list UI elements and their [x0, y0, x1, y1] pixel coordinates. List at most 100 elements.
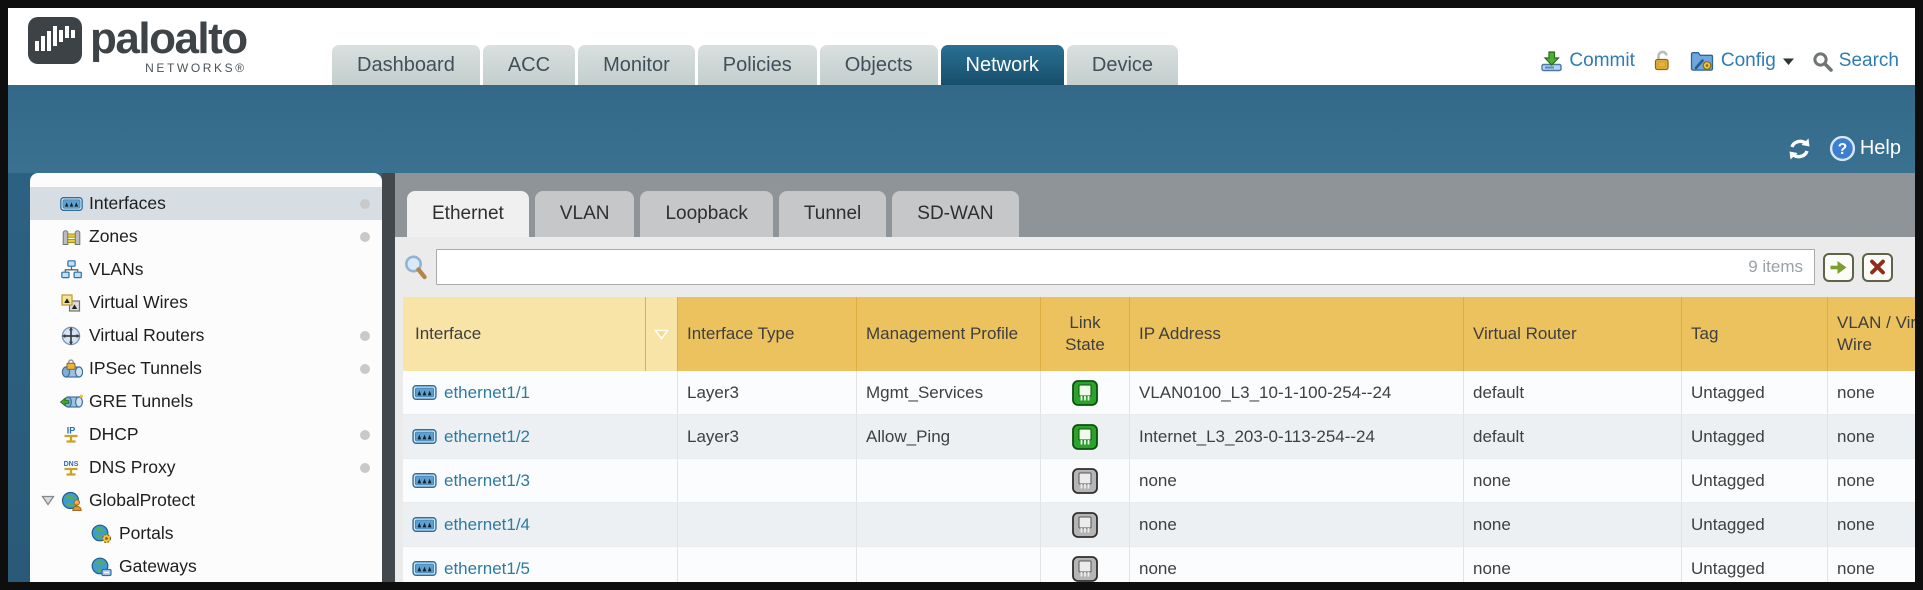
cell-virtual-router: none: [1464, 503, 1682, 546]
sort-dropdown-button[interactable]: [646, 297, 678, 371]
virtual-wires-icon: [58, 294, 84, 312]
cell-interface: ethernet1/4: [403, 503, 678, 546]
cell-tag: Untagged: [1682, 415, 1828, 458]
sidebar-item-ipsec-tunnels[interactable]: IPSec Tunnels: [30, 352, 382, 385]
banner-tools: ? Help: [1786, 135, 1901, 162]
subtab-sd-wan[interactable]: SD-WAN: [892, 191, 1018, 237]
clear-filter-button[interactable]: [1862, 253, 1893, 282]
interface-link[interactable]: ethernet1/1: [444, 383, 530, 403]
tab-acc[interactable]: ACC: [483, 45, 575, 85]
cell-link-state: [1041, 503, 1130, 546]
status-dot: [360, 232, 370, 242]
column-header-link-state[interactable]: Link State: [1041, 297, 1130, 371]
sidebar-item-dns-proxy[interactable]: DNSDNS Proxy: [30, 451, 382, 484]
tab-network[interactable]: Network: [941, 45, 1064, 85]
column-header-vlan-virtual-wire[interactable]: VLAN / Virtual Wire: [1828, 297, 1915, 371]
interface-subtabs: EthernetVLANLoopbackTunnelSD-WAN: [395, 173, 1915, 237]
tab-dashboard[interactable]: Dashboard: [332, 45, 480, 85]
teal-banner: ? Help: [8, 85, 1915, 173]
subtab-ethernet[interactable]: Ethernet: [407, 191, 529, 237]
sidebar-item-gre-tunnels[interactable]: GRE Tunnels: [30, 385, 382, 418]
cell-interface: ethernet1/1: [403, 371, 678, 414]
sidebar-item-dhcp[interactable]: IPDHCP: [30, 418, 382, 451]
filter-search-icon: [403, 254, 428, 281]
ethernet-port-icon: [412, 517, 437, 532]
cell-management-profile: Allow_Ping: [857, 415, 1041, 458]
config-button[interactable]: Config: [1690, 50, 1795, 72]
table-header-row: Interface Interface TypeManagement Profil…: [403, 297, 1915, 371]
status-dot: [360, 364, 370, 374]
sidebar-item-interfaces[interactable]: Interfaces: [30, 187, 382, 220]
cell-link-state: [1041, 459, 1130, 502]
tab-objects[interactable]: Objects: [820, 45, 938, 85]
ethernet-port-icon: [412, 561, 437, 576]
cell-tag: Untagged: [1682, 371, 1828, 414]
ethernet-port-icon: [412, 385, 437, 400]
interface-link[interactable]: ethernet1/3: [444, 471, 530, 491]
cell-ip-address: none: [1130, 503, 1464, 546]
interfaces-icon: [58, 197, 84, 211]
sidebar-item-label: Gateways: [119, 556, 197, 577]
sidebar-item-virtual-wires[interactable]: Virtual Wires: [30, 286, 382, 319]
table-row: ethernet1/2Layer3Allow_PingInternet_L3_2…: [403, 415, 1915, 459]
config-label: Config: [1721, 50, 1776, 72]
interface-link[interactable]: ethernet1/4: [444, 515, 530, 535]
tab-policies[interactable]: Policies: [698, 45, 817, 85]
commit-button[interactable]: Commit: [1540, 50, 1634, 72]
interface-link[interactable]: ethernet1/5: [444, 559, 530, 579]
filter-input[interactable]: [436, 249, 1815, 285]
column-header-tag[interactable]: Tag: [1682, 297, 1828, 371]
help-button[interactable]: ? Help: [1829, 135, 1901, 162]
column-header-virtual-router[interactable]: Virtual Router: [1464, 297, 1682, 371]
main-panel: EthernetVLANLoopbackTunnelSD-WAN 9 items: [395, 173, 1915, 582]
sidebar-item-label: GRE Tunnels: [89, 391, 193, 412]
sidebar-item-gateways[interactable]: Gateways: [30, 550, 382, 582]
ethernet-port-icon: [412, 429, 437, 444]
interface-link[interactable]: ethernet1/2: [444, 427, 530, 447]
search-button[interactable]: Search: [1812, 50, 1899, 72]
column-header-ip-address[interactable]: IP Address: [1130, 297, 1464, 371]
panel-splitter[interactable]: [382, 173, 395, 582]
sidebar-item-virtual-routers[interactable]: Virtual Routers: [30, 319, 382, 352]
chevron-down-icon: [1782, 57, 1795, 66]
cell-link-state: [1041, 371, 1130, 414]
column-header-management-profile[interactable]: Management Profile: [857, 297, 1041, 371]
svg-text:?: ?: [1838, 141, 1847, 158]
sidebar-item-portals[interactable]: Portals: [30, 517, 382, 550]
apply-filter-button[interactable]: [1823, 253, 1854, 282]
clear-x-icon: [1869, 259, 1886, 275]
status-dot: [360, 463, 370, 473]
cell-interface: ethernet1/5: [403, 547, 678, 582]
ipsec-tunnels-icon: [58, 359, 84, 378]
cell-management-profile: Mgmt_Services: [857, 371, 1041, 414]
cell-ip-address: none: [1130, 459, 1464, 502]
cell-virtual-router: default: [1464, 415, 1682, 458]
lock-icon[interactable]: [1652, 50, 1673, 72]
subtab-loopback[interactable]: Loopback: [640, 191, 772, 237]
tab-monitor[interactable]: Monitor: [578, 45, 695, 85]
column-header-interface[interactable]: Interface: [403, 297, 646, 371]
interfaces-table: Interface Interface TypeManagement Profil…: [403, 297, 1915, 582]
subtab-vlan[interactable]: VLAN: [535, 191, 635, 237]
apply-arrow-icon: [1829, 260, 1848, 275]
refresh-icon[interactable]: [1786, 137, 1813, 161]
sidebar-item-label: VLANs: [89, 259, 143, 280]
sidebar-item-label: Virtual Routers: [89, 325, 204, 346]
sidebar-item-label: Portals: [119, 523, 173, 544]
portals-icon: [88, 524, 114, 544]
cell-interface-type: [678, 503, 857, 546]
sidebar-item-label: IPSec Tunnels: [89, 358, 202, 379]
column-header-interface-type[interactable]: Interface Type: [678, 297, 857, 371]
sidebar-item-globalprotect[interactable]: GlobalProtect: [30, 484, 382, 517]
cell-interface-type: Layer3: [678, 371, 857, 414]
expander-triangle-icon[interactable]: [38, 495, 58, 506]
sidebar-item-zones[interactable]: Zones: [30, 220, 382, 253]
subtab-tunnel[interactable]: Tunnel: [779, 191, 886, 237]
link-state-down-icon: [1072, 468, 1098, 494]
paloalto-logo-text: paloalto NETWORKS®: [90, 17, 247, 75]
tab-device[interactable]: Device: [1067, 45, 1178, 85]
cell-ip-address: none: [1130, 547, 1464, 582]
sidebar-item-vlans[interactable]: VLANs: [30, 253, 382, 286]
sidebar-item-label: DNS Proxy: [89, 457, 176, 478]
globalprotect-icon: [58, 491, 84, 511]
